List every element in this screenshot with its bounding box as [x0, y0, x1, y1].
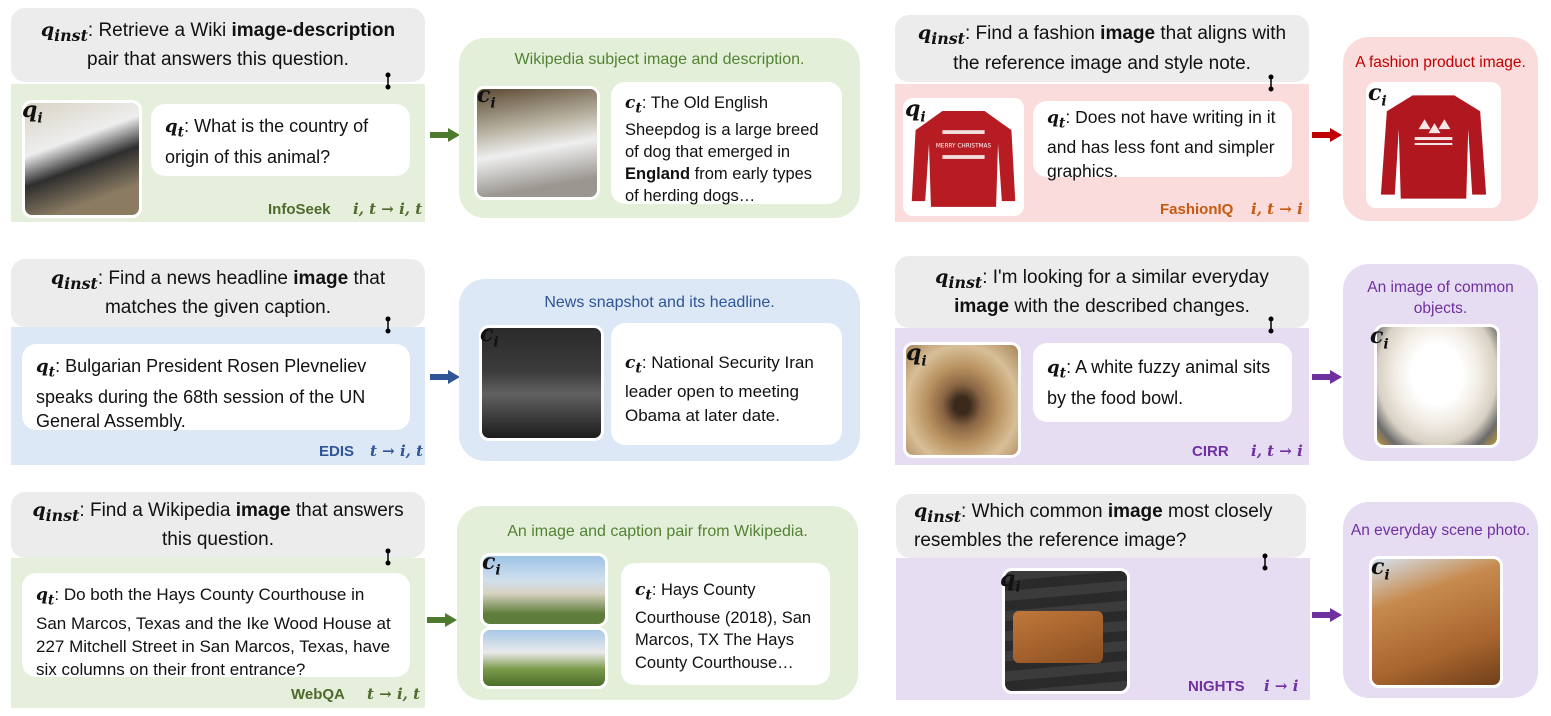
nights-instruction: qinst: Which common image most closely r… — [896, 494, 1306, 558]
cirr-dataset-label: CIRR — [1192, 443, 1229, 460]
fashioniq-qt-box: qt: Does not have writing in it and has … — [1033, 101, 1292, 181]
pin-icon — [1268, 316, 1274, 334]
infoseek-dataset-label: InfoSeek — [268, 201, 331, 218]
cirr-task-label: i, t → i — [1251, 442, 1303, 460]
arrow-icon — [1312, 128, 1342, 142]
edis-task-label: t → i, t — [370, 442, 424, 460]
fashioniq-dataset-label: FashionIQ — [1160, 201, 1234, 218]
ci-symbol: ci — [482, 549, 501, 579]
nights-dataset-label: NIGHTS — [1188, 678, 1245, 695]
infoseek-candidate-title: Wikipedia subject image and description. — [514, 51, 805, 68]
edis-qt-box: qt: Bulgarian President Rosen Plevneliev… — [22, 344, 410, 431]
cirr-qt-box: qt: A white fuzzy animal sits by the foo… — [1033, 343, 1292, 422]
ci-symbol: ci — [1368, 80, 1387, 110]
edis-dataset-label: EDIS — [319, 443, 355, 460]
qi-symbol: qi — [1000, 566, 1021, 596]
pin-icon — [1262, 553, 1268, 571]
webqa-instruction: qinst: Find a Wikipedia image that answe… — [11, 492, 425, 558]
edis-candidate-title: News snapshot and its headline. — [544, 294, 775, 311]
arrow-icon — [427, 613, 457, 627]
cirr-candidate-image — [1374, 324, 1500, 448]
fashioniq-candidate-title: A fashion product image. — [1355, 54, 1526, 71]
edis-instruction: qinst: Find a news headline image that m… — [11, 259, 425, 327]
qi-symbol: qi — [22, 97, 43, 127]
infoseek-qt-box: qt: What is the country of origin of thi… — [151, 104, 410, 176]
nights-candidate-title: An everyday scene photo. — [1350, 522, 1531, 539]
pin-icon — [385, 548, 391, 566]
arrow-icon — [1312, 608, 1342, 622]
qi-symbol: qi — [905, 96, 926, 126]
fashioniq-task-label: i, t → i — [1251, 200, 1303, 218]
infoseek-instruction: qinst: Retrieve a Wiki image-description… — [11, 8, 425, 82]
fashioniq-instruction: qinst: Find a fashion image that aligns … — [895, 15, 1309, 82]
edis-ct-box: ct: National Security Iran leader open t… — [611, 323, 842, 445]
ci-symbol: ci — [480, 321, 499, 351]
pin-icon — [385, 72, 391, 90]
cirr-candidate-title: An image of common objects. — [1367, 279, 1514, 317]
arrow-icon — [430, 370, 460, 384]
webqa-candidate-title: An image and caption pair from Wikipedia… — [507, 523, 808, 540]
webqa-task-label: t → i, t — [367, 685, 421, 703]
nights-query-image — [1002, 568, 1130, 694]
ci-symbol: ci — [1370, 323, 1389, 353]
webqa-candidate-image-bottom — [480, 627, 608, 689]
arrow-icon — [430, 128, 460, 142]
webqa-ct-box: ct: Hays County Courthouse (2018), San M… — [621, 563, 830, 685]
ci-symbol: ci — [1371, 554, 1390, 584]
nights-task-label: i → i — [1264, 677, 1299, 695]
webqa-qt-box: qt: Do both the Hays County Courthouse i… — [22, 573, 410, 679]
infoseek-ct-box: ct: The Old English Sheepdog is a large … — [611, 82, 842, 205]
arrow-icon — [1312, 370, 1342, 384]
qi-symbol: qi — [906, 340, 927, 370]
infoseek-task-label: i, t → i, t — [353, 200, 423, 218]
q-inst-symbol: qinst — [40, 18, 88, 45]
pin-icon — [385, 316, 391, 334]
cirr-instruction: qinst: I'm looking for a similar everyda… — [895, 256, 1309, 328]
webqa-dataset-label: WebQA — [291, 686, 345, 703]
svg-text:MERRY CHRISTMAS: MERRY CHRISTMAS — [936, 143, 992, 149]
pin-icon — [1268, 74, 1274, 92]
ci-symbol: ci — [477, 82, 496, 112]
